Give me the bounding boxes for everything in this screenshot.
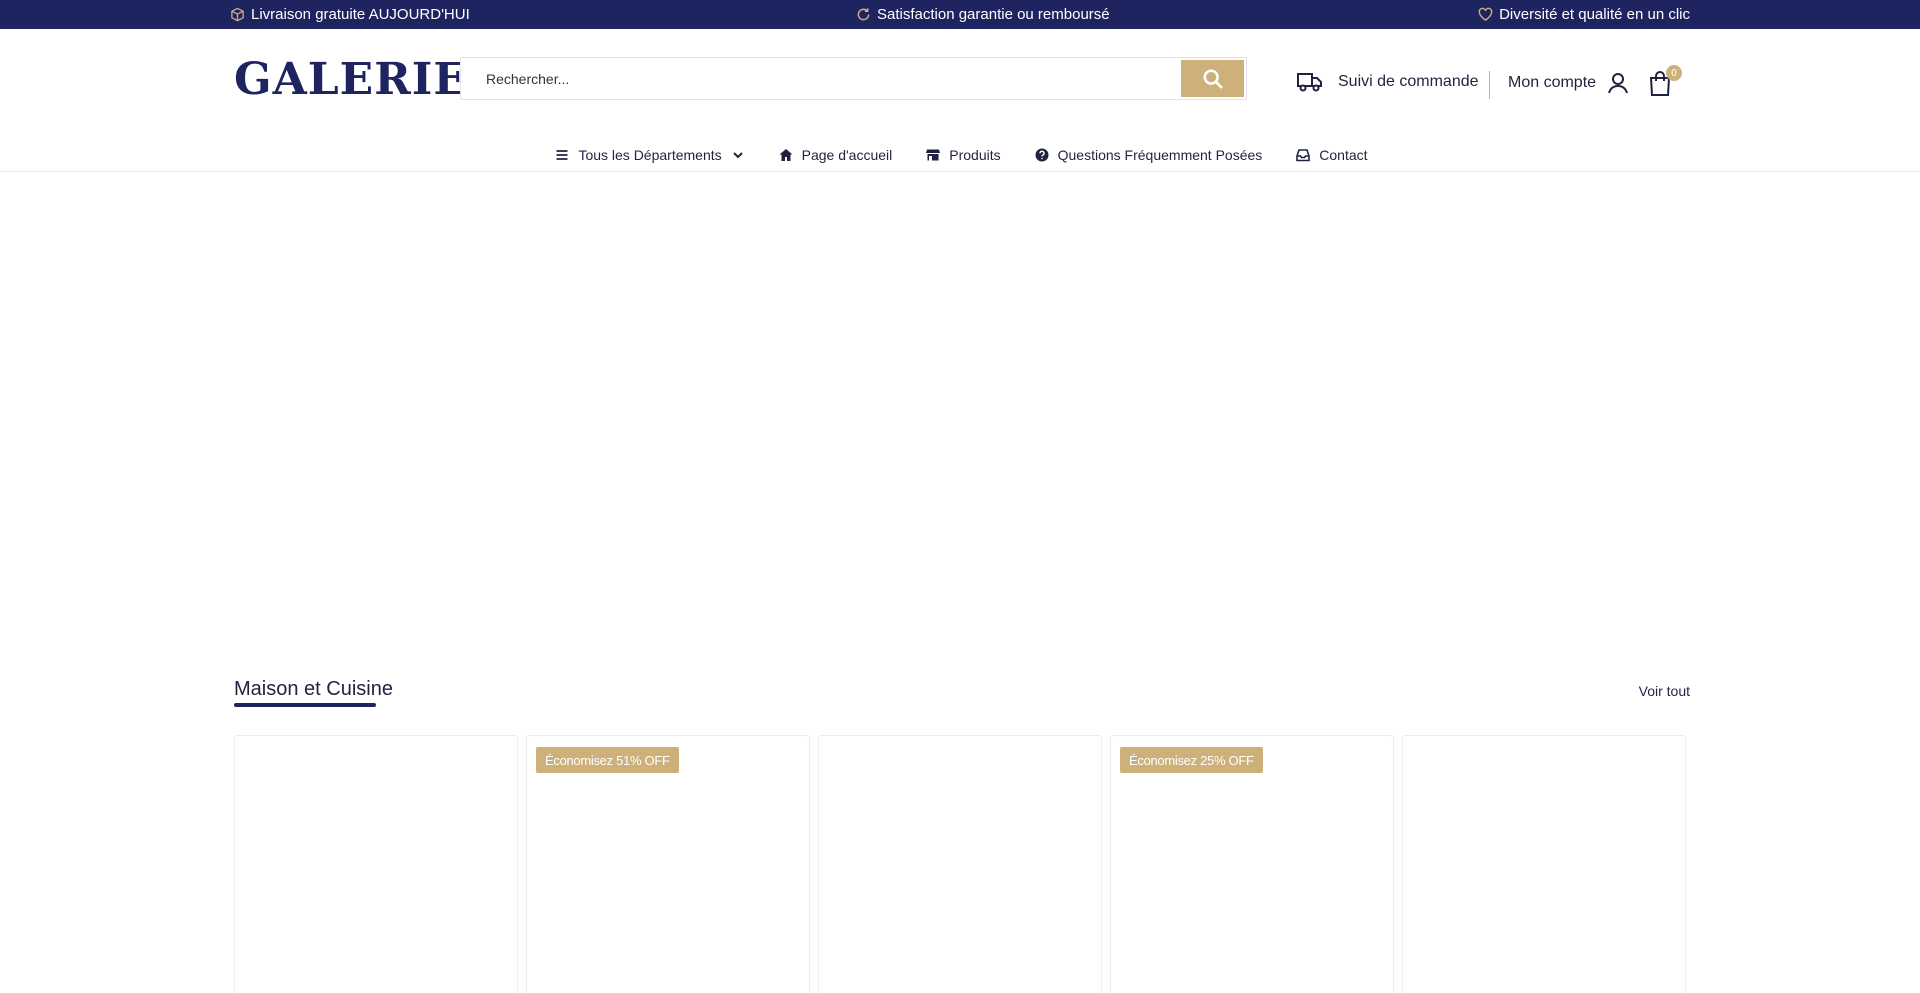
main-navigation: Tous les Départements Page d'accueil Pro… [0, 141, 1920, 169]
home-icon [779, 149, 793, 161]
diversity-notice: Diversité et qualité en un clic [1478, 0, 1690, 29]
product-card[interactable]: Économisez 25% OFF [1110, 735, 1394, 993]
nav-products[interactable]: Produits [926, 147, 1001, 163]
search-bar [460, 57, 1247, 100]
discount-badge: Économisez 25% OFF [1120, 747, 1263, 773]
search-button[interactable] [1181, 60, 1244, 97]
question-circle-icon [1035, 148, 1049, 162]
search-icon [1202, 68, 1223, 89]
section-title: Maison et Cuisine [234, 678, 393, 700]
header-divider [1489, 71, 1490, 99]
diversity-text: Diversité et qualité en un clic [1499, 6, 1690, 23]
truck-icon [1297, 73, 1322, 92]
menu-icon [556, 150, 568, 160]
logo-text: GALERIE [234, 53, 468, 105]
product-card[interactable] [818, 735, 1102, 993]
discount-badge: Économisez 51% OFF [536, 747, 679, 773]
site-logo[interactable]: GALERIE [234, 51, 468, 107]
product-card[interactable] [234, 735, 518, 993]
nav-home-label: Page d'accueil [801, 147, 893, 163]
product-card[interactable]: Économisez 51% OFF [526, 735, 810, 993]
nav-contact-label: Contact [1319, 147, 1368, 163]
inbox-icon [1296, 149, 1311, 162]
cart-button[interactable]: 0 [1648, 65, 1684, 101]
free-delivery-text: Livraison gratuite AUJOURD'HUI [251, 6, 470, 23]
user-icon [1608, 73, 1629, 94]
nav-home[interactable]: Page d'accueil [779, 147, 893, 163]
nav-departments-label: Tous les Départements [578, 147, 722, 163]
announcement-bar: Livraison gratuite AUJOURD'HUI Satisfact… [0, 0, 1920, 29]
heart-icon [1478, 7, 1493, 21]
satisfaction-text: Satisfaction garantie ou remboursé [877, 6, 1110, 23]
satisfaction-notice: Satisfaction garantie ou remboursé [856, 0, 1110, 29]
cart-count-badge: 0 [1666, 65, 1682, 81]
chevron-down-icon [732, 152, 743, 159]
search-input[interactable] [461, 58, 1181, 99]
account-label: Mon compte [1508, 74, 1597, 91]
section-title-underline [234, 703, 376, 707]
free-delivery-notice: Livraison gratuite AUJOURD'HUI [230, 0, 470, 29]
refresh-icon [857, 8, 870, 21]
nav-departments[interactable]: Tous les Départements [555, 147, 744, 163]
box-icon [231, 7, 244, 22]
nav-faq-label: Questions Fréquemment Posées [1057, 147, 1263, 163]
order-tracking-label: Suivi de commande [1338, 73, 1479, 90]
nav-contact[interactable]: Contact [1296, 147, 1368, 163]
site-header: GALERIE Suivi de commande Mon compte 0 T… [0, 29, 1920, 172]
product-card[interactable] [1402, 735, 1686, 993]
account-link[interactable]: Mon compte [1508, 71, 1630, 95]
order-tracking-link[interactable]: Suivi de commande [1296, 71, 1479, 93]
see-all-link[interactable]: Voir tout [1639, 683, 1690, 699]
nav-faq[interactable]: Questions Fréquemment Posées [1035, 147, 1263, 163]
nav-products-label: Produits [949, 147, 1001, 163]
store-icon [926, 149, 941, 161]
